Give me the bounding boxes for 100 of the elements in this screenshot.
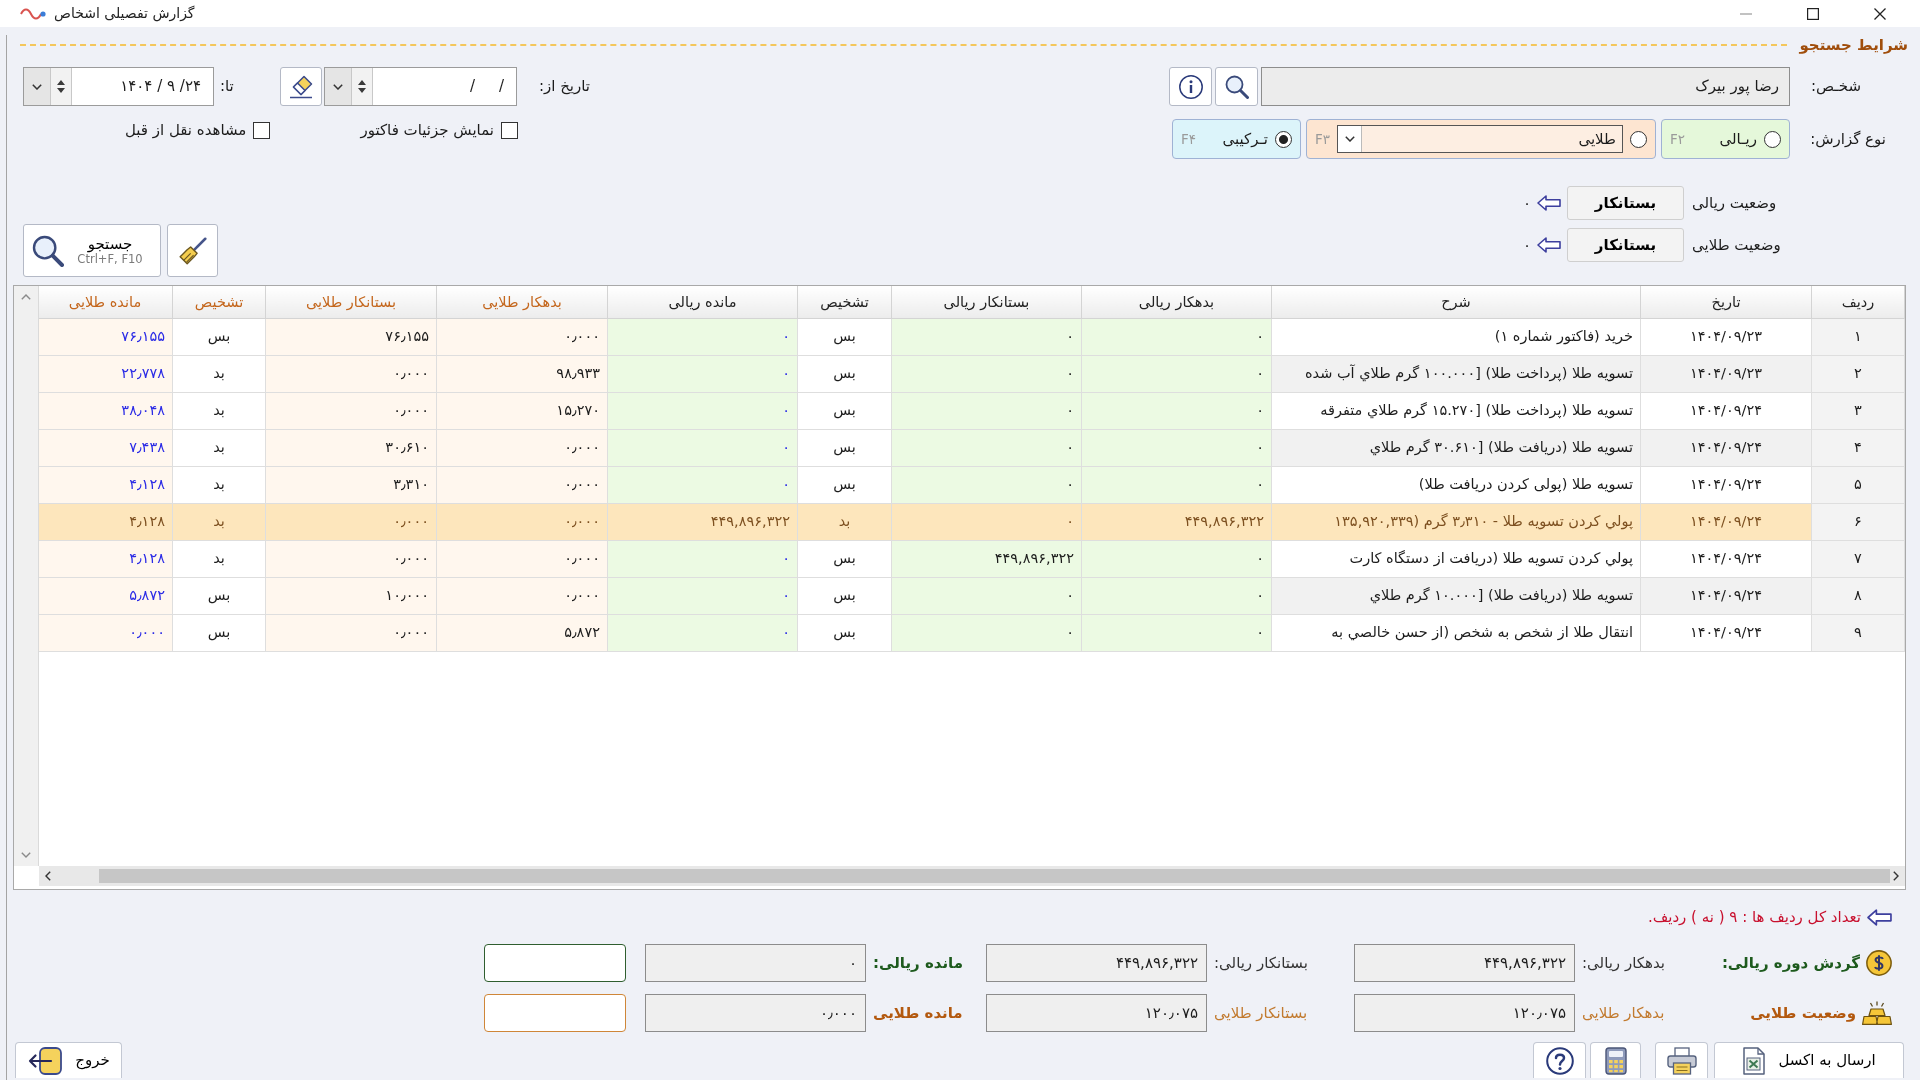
status-label: وضعیت طلایی [1692, 235, 1781, 255]
table-cell: ۰ [891, 392, 1082, 429]
row-count-text: تعداد کل ردیف ها : ۹ ( نه ) ردیف. [1647, 907, 1861, 927]
help-icon[interactable] [1545, 1046, 1574, 1075]
input-field[interactable] [484, 944, 626, 982]
radio-label: تـرکیبی [1222, 129, 1268, 149]
table-row[interactable]: ۳ ۱۴۰۴/۰۹/۲۴ تسویه طلا (پرداخت طلا) [۱۵.۲۷۰ گرم طلاي متفرقه ۰ ۰ بس ۰ ۱۵٫۲۷۰ ۰٫۰۰۰ بد ۳۸٫۰۴۸ [39, 392, 1905, 429]
table-cell: ۳ [1811, 392, 1905, 429]
column-header: ردیف [1811, 286, 1905, 318]
search-button[interactable] [1215, 67, 1258, 106]
table-cell: ۵ [1811, 466, 1905, 503]
field-label: مانده طلایی [872, 1003, 963, 1023]
table-cell: ۰٫۰۰۰ [265, 392, 437, 429]
table-cell: ۱ [1811, 318, 1905, 355]
broom-icon[interactable] [178, 236, 207, 265]
search-icon[interactable] [32, 234, 64, 267]
table-row[interactable]: ۹ ۱۴۰۴/۰۹/۲۴ انتقال طلا از شخص به شخص (از حسن خالصي به ۰ ۰ بس ۰ ۵٫۸۷۲ ۰٫۰۰۰ بس ۰٫۰۰۰ [39, 614, 1905, 651]
table-cell: ۷۶٫۱۵۵ [39, 318, 173, 355]
table-cell: ۴٫۱۲۸ [39, 466, 173, 503]
table-cell: ۰ [891, 577, 1082, 614]
table-cell: ۰ [1081, 355, 1272, 392]
table-cell: تسویه طلا (دریافت طلا) [۱۰.۰۰۰ گرم طلاي [1271, 577, 1641, 614]
table-row[interactable]: ۵ ۱۴۰۴/۰۹/۲۴ تسویه طلا (پولی کردن دریافت طلا) ۰ ۰ بس ۰ ۰٫۰۰۰ ۳٫۳۱۰ بد ۴٫۱۲۸ [39, 466, 1905, 503]
radio-button[interactable] [1630, 130, 1647, 148]
maximize-icon[interactable] [1807, 7, 1819, 20]
eraser-icon[interactable] [289, 74, 313, 99]
spreadsheet-icon[interactable] [1742, 1046, 1767, 1075]
table-row[interactable]: ۱ ۱۴۰۴/۰۹/۲۳ خرید (فاکتور شماره ۱) ۰ ۰ بس ۰ ۰٫۰۰۰ ۷۶٫۱۵۵ بس ۷۶٫۱۵۵ [39, 318, 1905, 355]
spin-button[interactable] [351, 68, 373, 105]
amount-field: ۴۴۹,۸۹۶,۳۲۲ [1354, 944, 1575, 982]
radio-button[interactable] [1764, 130, 1781, 148]
radio-button[interactable] [1275, 130, 1292, 148]
table-cell: ۰ [607, 577, 798, 614]
table-cell: ۷٫۴۳۸ [39, 429, 173, 466]
close-icon[interactable] [1874, 7, 1886, 20]
table-cell: ۰ [607, 355, 798, 392]
broom-button[interactable] [167, 224, 218, 277]
table-cell: بد [172, 503, 266, 540]
date-field[interactable]: / / [324, 67, 517, 106]
date-field[interactable]: ۱۴۰۴ / ۹ /۲۴ [23, 67, 214, 106]
chevron-down-icon[interactable] [32, 83, 42, 90]
exit-button[interactable]: خروج [15, 1042, 122, 1078]
chevron-left-icon[interactable] [45, 871, 51, 881]
checkbox[interactable] [253, 121, 271, 139]
table-cell: ۱۴۰۴/۰۹/۲۳ [1640, 355, 1812, 392]
input-field[interactable] [484, 994, 626, 1032]
table-cell: ۰٫۰۰۰ [265, 540, 437, 577]
search-icon[interactable] [1224, 74, 1249, 99]
scrollbar-thumb[interactable] [99, 869, 1890, 883]
print-button[interactable] [1655, 1042, 1708, 1078]
type-dropdown[interactable]: طلایی [1337, 125, 1623, 153]
status-button[interactable]: بستانکار [1567, 228, 1684, 262]
calculator-icon[interactable] [1604, 1046, 1627, 1075]
export-button[interactable]: ارسال به اکسل [1714, 1042, 1904, 1078]
checkbox[interactable] [501, 121, 518, 139]
exit-icon[interactable] [27, 1046, 64, 1075]
table-row[interactable]: ۴ ۱۴۰۴/۰۹/۲۴ تسویه طلا (دریافت طلا) [۳۰.۶۱۰ گرم طلاي ۰ ۰ بس ۰ ۰٫۰۰۰ ۳۰٫۶۱۰ بد ۷٫۴۳۸ [39, 429, 1905, 466]
table-cell: ۰ [1081, 318, 1272, 355]
calculator-button[interactable] [1590, 1042, 1641, 1078]
vertical-scrollbar[interactable] [14, 286, 39, 866]
table-cell: ۰٫۰۰۰ [436, 318, 608, 355]
ingots-icon [1862, 1001, 1892, 1025]
column-header: مانده ریالی [607, 286, 798, 318]
table-row[interactable]: ۲ ۱۴۰۴/۰۹/۲۳ تسویه طلا (پرداخت طلا) [۱۰۰.۰۰۰ گرم طلاي آب شده ۰ ۰ بس ۰ ۹۸٫۹۳۳ ۰٫۰۰۰ بد ۲۲٫۷۷۸ [39, 355, 1905, 392]
shortcut-label: F۲ [1670, 130, 1686, 148]
horizontal-scrollbar[interactable] [39, 866, 1905, 886]
table-row[interactable]: ۸ ۱۴۰۴/۰۹/۲۴ تسویه طلا (دریافت طلا) [۱۰.۰۰۰ گرم طلاي ۰ ۰ بس ۰ ۰٫۰۰۰ ۱۰٫۰۰۰ بس ۵٫۸۷۲ [39, 577, 1905, 614]
spinner-icon[interactable] [358, 80, 366, 93]
chevron-right-icon[interactable] [1893, 871, 1899, 881]
info-button[interactable] [1169, 67, 1212, 106]
table-cell: ۷ [1811, 540, 1905, 577]
radio-label: ریـالی [1719, 129, 1757, 149]
person-field[interactable]: رضا پور بیرک [1261, 67, 1790, 106]
field-label: تا: [220, 77, 234, 96]
table-cell: ۵٫۸۷۲ [39, 577, 173, 614]
table-cell: ۸ [1811, 577, 1905, 614]
chevron-up-icon[interactable] [21, 294, 31, 300]
table-cell: ۱۴۰۴/۰۹/۲۴ [1640, 577, 1812, 614]
table-cell: ۰ [607, 614, 798, 651]
chevron-down-icon[interactable] [1344, 136, 1355, 142]
table-row[interactable]: ۶ ۱۴۰۴/۰۹/۲۴ پولي کردن تسویه طلا - ۳٫۳۱۰ گرم (۱۳۵,۹۲۰,۳۳۹ ۴۴۹,۸۹۶,۳۲۲ ۰ بد ۴۴۹,۸۹۶,۳۲۲ ۰٫۰۰۰ ۰٫۰۰۰ بد ۴٫۱۲۸ [39, 503, 1905, 540]
table-cell: ۰ [891, 503, 1082, 540]
spin-button[interactable] [50, 68, 72, 105]
info-icon[interactable] [1178, 74, 1203, 99]
status-button[interactable]: بستانکار [1567, 186, 1684, 220]
column-header: بستانکار ریالی [891, 286, 1082, 318]
column-header: شرح [1271, 286, 1641, 318]
chevron-down-icon[interactable] [333, 83, 343, 90]
spinner-icon[interactable] [57, 80, 65, 93]
table-cell: ۰ [1081, 614, 1272, 651]
eraser-button[interactable] [280, 67, 322, 106]
table-cell: ۱۴۰۴/۰۹/۲۴ [1640, 540, 1812, 577]
table-cell: ۳۸٫۰۴۸ [39, 392, 173, 429]
table-cell: تسویه طلا (پولی کردن دریافت طلا) [1271, 466, 1641, 503]
printer-icon[interactable] [1666, 1046, 1697, 1075]
table-cell: ۰ [891, 466, 1082, 503]
table-cell: انتقال طلا از شخص به شخص (از حسن خالصي به [1271, 614, 1641, 651]
table-row[interactable]: ۷ ۱۴۰۴/۰۹/۲۴ پولي کردن تسویه طلا (دریافت از دستگاه کارت ۰ ۴۴۹,۸۹۶,۳۲۲ بس ۰ ۰٫۰۰۰ ۰٫۰۰۰ بد ۴٫۱۲۸ [39, 540, 1905, 577]
table-cell: ۳۰٫۶۱۰ [265, 429, 437, 466]
help-button[interactable] [1533, 1042, 1586, 1078]
